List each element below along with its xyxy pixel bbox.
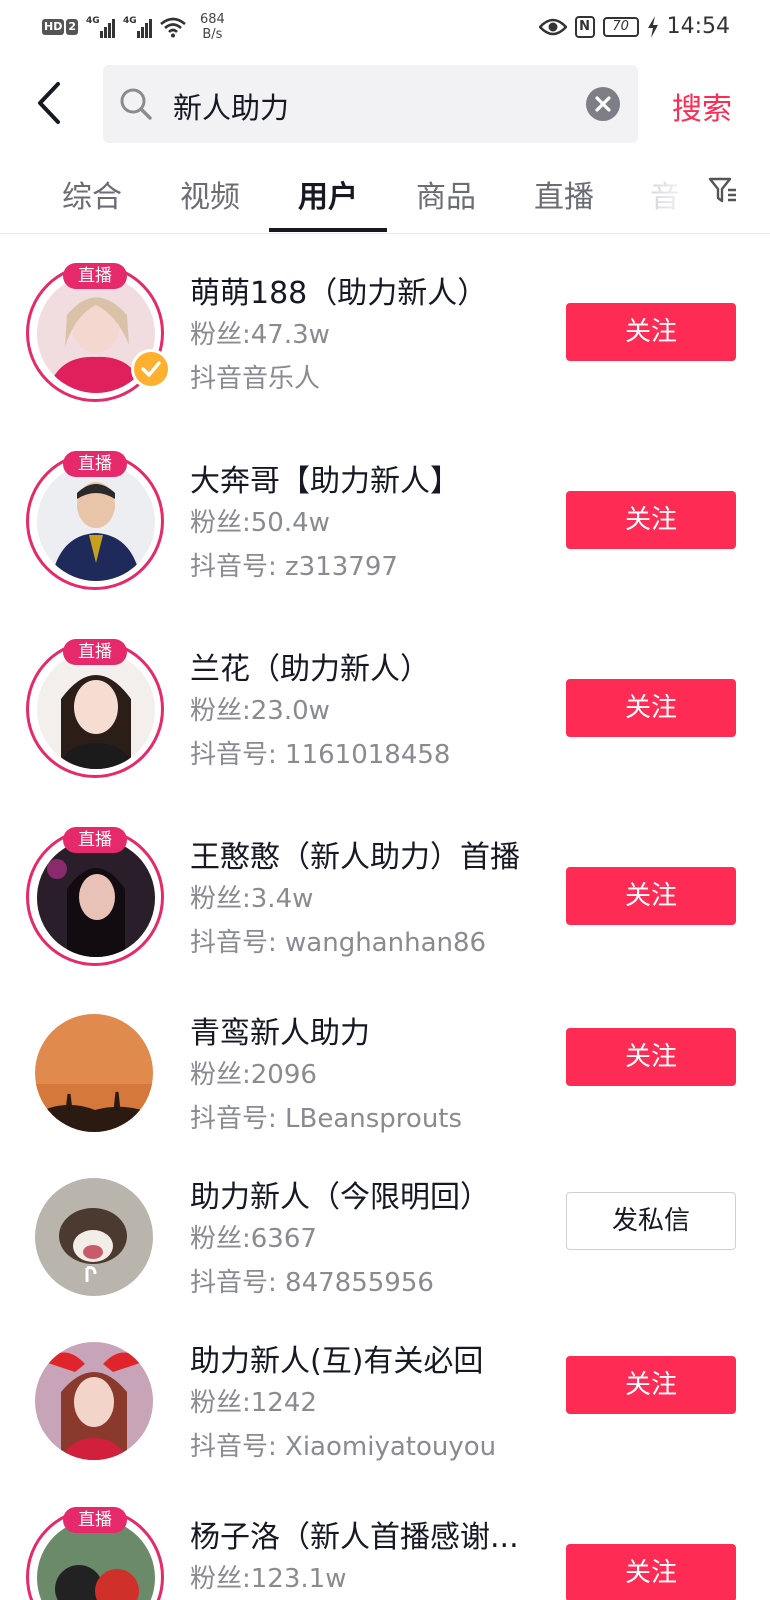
user-name: 大奔哥【助力新人】 <box>190 464 460 499</box>
wifi-icon <box>160 17 186 38</box>
tab-users[interactable]: 用户 <box>268 172 388 216</box>
user-row[interactable]: 直播 王憨憨（新人助力）首播 粉丝:3.4w 抖音号: wanghanhan86… <box>0 827 770 988</box>
user-row[interactable]: 直播 萌萌188（助力新人） 粉丝:47.3w 抖音音乐人 关注 <box>0 263 770 424</box>
user-name: 杨子洛（新人首播感谢... <box>190 1520 519 1555</box>
live-badge: 直播 <box>63 827 127 853</box>
follow-button[interactable]: 关注 <box>566 867 736 925</box>
avatar[interactable]: 直播 <box>26 263 171 402</box>
follower-count: 粉丝:1242 <box>190 1388 317 1418</box>
user-row[interactable]: 直播 杨子洛（新人首播感谢... 粉丝:123.1w 关注 <box>0 1507 770 1600</box>
eye-icon <box>538 18 567 35</box>
avatar[interactable]: 直播 <box>26 639 164 778</box>
follower-count: 粉丝:50.4w <box>190 508 330 538</box>
user-subtitle: 抖音号: 1161018458 <box>190 740 451 770</box>
user-name: 王憨憨（新人助力）首播 <box>190 840 520 875</box>
message-button[interactable]: 发私信 <box>566 1192 736 1250</box>
active-tab-indicator <box>269 228 387 232</box>
live-badge: 直播 <box>63 263 127 289</box>
hd-indicator: HD 2 <box>42 19 78 35</box>
status-bar: HD 2 4G 4G 684 B/s N 70 14:54 <box>0 0 770 56</box>
user-name: 兰花（助力新人） <box>190 652 430 687</box>
user-row[interactable]: 青鸾新人助力 粉丝:2096 抖音号: LBeansprouts 关注 <box>0 1004 770 1164</box>
user-name: 助力新人（今限明回） <box>190 1180 490 1215</box>
close-icon <box>595 96 611 112</box>
avatar[interactable] <box>26 1332 164 1470</box>
user-subtitle: 抖音号: wanghanhan86 <box>190 928 487 958</box>
filter-icon[interactable] <box>708 176 738 204</box>
tab-general[interactable]: 综合 <box>32 172 152 216</box>
follow-button[interactable]: 关注 <box>566 679 736 737</box>
charging-icon <box>647 15 658 38</box>
avatar[interactable]: 直播 <box>26 827 164 966</box>
follower-count: 粉丝:3.4w <box>190 884 314 914</box>
tab-live[interactable]: 直播 <box>504 172 624 216</box>
user-name: 助力新人(互)有关必回 <box>190 1344 484 1379</box>
signal-icon: 4G <box>123 16 152 38</box>
live-badge: 直播 <box>63 451 127 477</box>
live-badge: 直播 <box>63 1507 127 1533</box>
follower-count: 粉丝:47.3w <box>190 320 330 350</box>
back-button[interactable] <box>30 80 70 126</box>
user-name: 萌萌188（助力新人） <box>190 276 488 311</box>
avatar[interactable]: 直播 <box>26 451 164 590</box>
user-subtitle: 抖音号: z313797 <box>190 552 398 582</box>
network-speed: 684 B/s <box>200 12 225 42</box>
follow-button[interactable]: 关注 <box>566 491 736 549</box>
user-subtitle: 抖音号: LBeansprouts <box>190 1104 463 1134</box>
follower-count: 粉丝:6367 <box>190 1224 317 1254</box>
avatar[interactable] <box>26 1168 164 1306</box>
back-arrow-icon <box>38 82 60 124</box>
user-subtitle: 抖音音乐人 <box>190 364 321 394</box>
nfc-icon: N <box>574 15 595 38</box>
avatar[interactable] <box>26 1004 164 1142</box>
tab-videos[interactable]: 视频 <box>150 172 270 216</box>
search-button[interactable]: 搜索 <box>672 84 732 128</box>
user-subtitle: 抖音号: 847855956 <box>190 1268 434 1298</box>
user-name: 青鸾新人助力 <box>190 1016 370 1051</box>
search-icon <box>120 88 152 120</box>
search-box[interactable]: 新人助力 <box>103 65 638 143</box>
signal-icon: 4G <box>86 16 115 38</box>
user-row[interactable]: 直播 兰花（助力新人） 粉丝:23.0w 抖音号: 1161018458 关注 <box>0 639 770 800</box>
follow-button[interactable]: 关注 <box>566 1356 736 1414</box>
search-input[interactable]: 新人助力 <box>173 85 289 127</box>
battery-indicator: 70 <box>602 16 639 37</box>
tab-bar: 综合 视频 用户 商品 直播 音 <box>0 150 770 234</box>
follower-count: 粉丝:23.0w <box>190 696 330 726</box>
follow-button[interactable]: 关注 <box>566 1028 736 1086</box>
verified-icon <box>131 349 171 389</box>
clear-search-button[interactable] <box>586 87 620 121</box>
follow-button[interactable]: 关注 <box>566 303 736 361</box>
user-row[interactable]: 助力新人(互)有关必回 粉丝:1242 抖音号: Xiaomiyatouyou … <box>0 1332 770 1492</box>
tab-products[interactable]: 商品 <box>386 172 506 216</box>
user-subtitle: 抖音号: Xiaomiyatouyou <box>190 1432 497 1462</box>
follower-count: 粉丝:2096 <box>190 1060 317 1090</box>
follow-button[interactable]: 关注 <box>566 1544 736 1600</box>
follower-count: 粉丝:123.1w <box>190 1564 347 1594</box>
user-row[interactable]: 直播 大奔哥【助力新人】 粉丝:50.4w 抖音号: z313797 关注 <box>0 451 770 612</box>
live-badge: 直播 <box>63 639 127 665</box>
user-row[interactable]: 助力新人（今限明回） 粉丝:6367 抖音号: 847855956 发私信 <box>0 1168 770 1328</box>
clock: 14:54 <box>666 14 730 39</box>
avatar[interactable]: 直播 <box>26 1507 164 1600</box>
